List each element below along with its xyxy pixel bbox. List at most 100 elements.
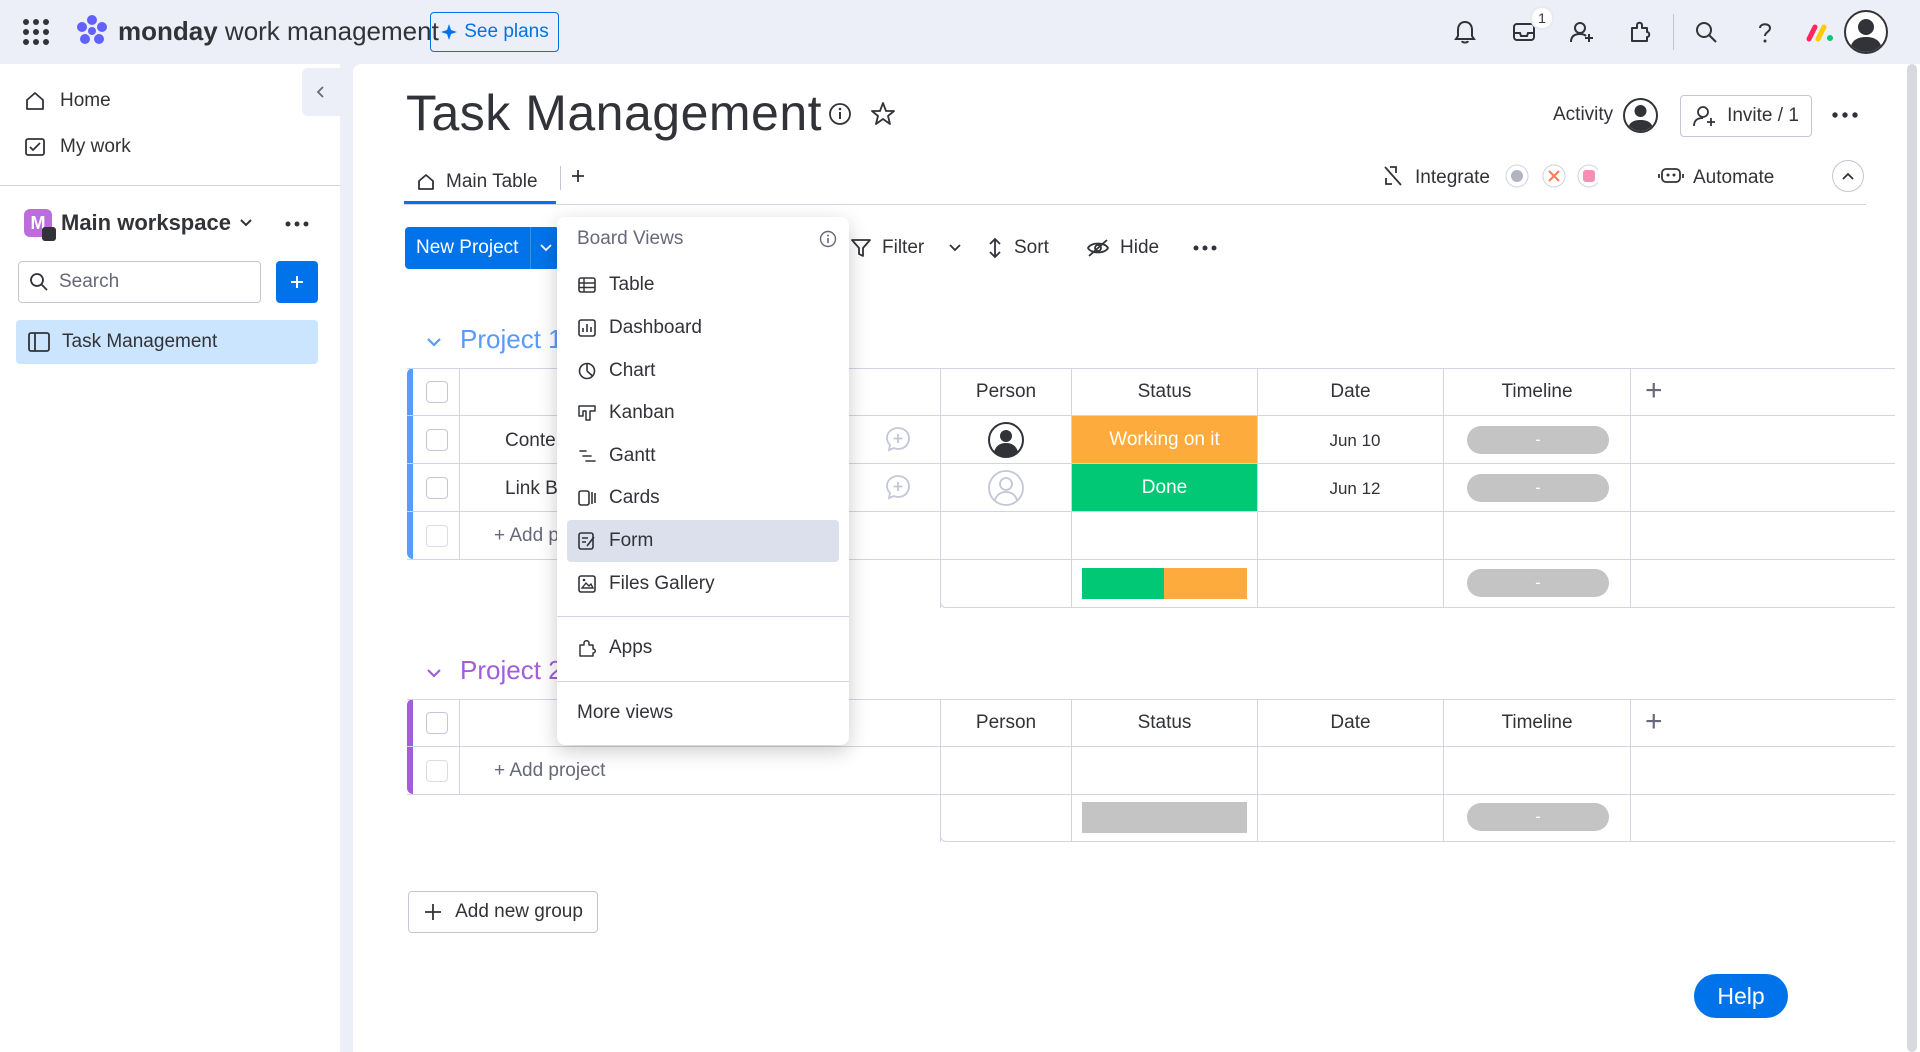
toolbar-more-icon[interactable] <box>1193 244 1217 252</box>
invite-members-icon[interactable] <box>1566 16 1598 48</box>
sidebar-board-label: Task Management <box>62 331 218 352</box>
tab-main-table[interactable]: Main Table <box>404 160 556 204</box>
add-item-input[interactable]: + Add p <box>494 525 559 547</box>
status-summary-empty[interactable] <box>1082 802 1247 833</box>
info-icon[interactable] <box>819 230 837 248</box>
status-cell-working[interactable]: Working on it <box>1072 416 1257 463</box>
more-views-link[interactable]: More views <box>577 702 673 724</box>
nav-my-work[interactable]: My work <box>24 127 131 167</box>
marketplace-icon[interactable] <box>1624 16 1656 48</box>
filter-button[interactable]: Filter <box>850 227 962 269</box>
menu-item-kanban[interactable]: Kanban <box>567 392 839 434</box>
activity-label[interactable]: Activity <box>1553 104 1613 126</box>
date-cell[interactable]: Jun 12 <box>1262 479 1448 499</box>
sort-button[interactable]: Sort <box>986 227 1049 269</box>
hide-button[interactable]: Hide <box>1086 227 1159 269</box>
bell-icon[interactable] <box>1449 16 1481 48</box>
group-title-project-2[interactable]: Project 2 <box>460 655 563 686</box>
timeline-summary-pill[interactable]: - <box>1467 803 1609 831</box>
column-header-person[interactable]: Person <box>941 381 1071 403</box>
status-cell-done[interactable]: Done <box>1072 464 1257 511</box>
brand-name[interactable]: monday work management <box>118 16 439 47</box>
group-title-project-1[interactable]: Project 1 <box>460 324 563 355</box>
column-header-timeline[interactable]: Timeline <box>1444 712 1630 734</box>
menu-item-gantt[interactable]: Gantt <box>567 435 839 477</box>
robot-icon[interactable] <box>1658 164 1684 186</box>
integrate-icon[interactable] <box>1382 164 1404 188</box>
search-icon[interactable] <box>1690 16 1722 48</box>
nav-home[interactable]: Home <box>24 81 111 121</box>
timeline-summary-pill[interactable]: - <box>1467 569 1609 597</box>
see-plans-button[interactable]: See plans <box>430 12 559 52</box>
scrollbar-thumb[interactable] <box>1907 64 1917 1052</box>
collapse-header-button[interactable] <box>1832 160 1864 192</box>
new-project-button[interactable]: New Project <box>405 227 559 269</box>
select-all-checkbox[interactable] <box>426 712 448 734</box>
workspace-avatar[interactable]: M <box>24 209 56 241</box>
item-name[interactable]: Conte <box>505 430 556 452</box>
add-update-icon[interactable] <box>884 425 912 453</box>
column-header-status[interactable]: Status <box>1072 381 1257 403</box>
timeline-pill[interactable]: - <box>1467 474 1609 502</box>
person-empty-icon[interactable] <box>988 470 1024 506</box>
timeline-pill[interactable]: - <box>1467 426 1609 454</box>
column-header-date[interactable]: Date <box>1258 712 1443 734</box>
column-header-status[interactable]: Status <box>1072 712 1257 734</box>
menu-item-dashboard[interactable]: Dashboard <box>567 307 839 349</box>
invite-button[interactable]: Invite / 1 <box>1680 95 1812 137</box>
add-update-icon[interactable] <box>884 473 912 501</box>
add-column-icon[interactable]: + <box>1645 705 1663 739</box>
add-view-icon[interactable] <box>570 168 586 184</box>
plus-icon <box>423 902 443 922</box>
menu-item-files-gallery[interactable]: Files Gallery <box>567 563 839 605</box>
add-item-input[interactable]: + Add project <box>494 760 605 782</box>
page-title[interactable]: Task Management <box>406 84 822 142</box>
chevron-down-icon[interactable] <box>531 242 553 254</box>
nav-home-label: Home <box>60 90 111 111</box>
status-summary-working[interactable] <box>1164 568 1247 599</box>
sidebar-item-task-management[interactable]: Task Management <box>16 320 318 364</box>
status-summary-done[interactable] <box>1082 568 1164 599</box>
group-collapse-icon[interactable] <box>424 663 444 683</box>
row-checkbox[interactable] <box>426 477 448 499</box>
menu-item-table[interactable]: Table <box>567 264 839 306</box>
apps-grid-icon[interactable] <box>22 18 50 46</box>
select-all-checkbox[interactable] <box>426 381 448 403</box>
chevron-down-icon[interactable] <box>238 216 254 230</box>
add-column-icon[interactable]: + <box>1645 374 1663 408</box>
menu-item-chart[interactable]: Chart <box>567 350 839 392</box>
automate-label[interactable]: Automate <box>1693 167 1774 189</box>
collapse-sidebar-button[interactable] <box>302 68 340 116</box>
person-avatar[interactable] <box>988 422 1024 458</box>
star-icon[interactable] <box>870 101 896 127</box>
activity-avatar[interactable] <box>1623 98 1658 133</box>
menu-item-form[interactable]: Form <box>567 520 839 562</box>
monday-logo-icon[interactable] <box>74 14 110 48</box>
add-board-button[interactable] <box>276 261 318 303</box>
chevron-down-icon[interactable] <box>948 242 962 254</box>
row-checkbox[interactable] <box>426 429 448 451</box>
help-icon[interactable] <box>1749 16 1781 48</box>
menu-item-apps[interactable]: Apps <box>567 627 839 669</box>
item-name[interactable]: Link B <box>505 478 558 500</box>
date-cell[interactable]: Jun 10 <box>1262 431 1448 451</box>
sidebar-search-input[interactable] <box>59 271 239 293</box>
help-button[interactable]: Help <box>1694 974 1788 1018</box>
group-collapse-icon[interactable] <box>424 332 444 352</box>
integration-apps-icon[interactable] <box>1504 163 1598 189</box>
workspace-more-icon[interactable] <box>284 220 310 228</box>
column-header-person[interactable]: Person <box>941 712 1071 734</box>
integrate-label[interactable]: Integrate <box>1415 167 1490 189</box>
column-header-timeline[interactable]: Timeline <box>1444 381 1630 403</box>
column-header-date[interactable]: Date <box>1258 381 1443 403</box>
nav-my-work-label: My work <box>60 136 131 157</box>
board-more-icon[interactable] <box>1831 111 1859 119</box>
info-icon[interactable] <box>828 102 852 126</box>
monday-products-icon[interactable] <box>1804 16 1836 48</box>
menu-item-cards[interactable]: Cards <box>567 477 839 519</box>
sidebar-search[interactable] <box>18 261 261 303</box>
add-new-group-button[interactable]: Add new group <box>408 891 598 933</box>
user-avatar[interactable] <box>1844 10 1888 54</box>
add-item-row[interactable] <box>407 747 1895 795</box>
workspace-name[interactable]: Main workspace <box>61 210 231 236</box>
